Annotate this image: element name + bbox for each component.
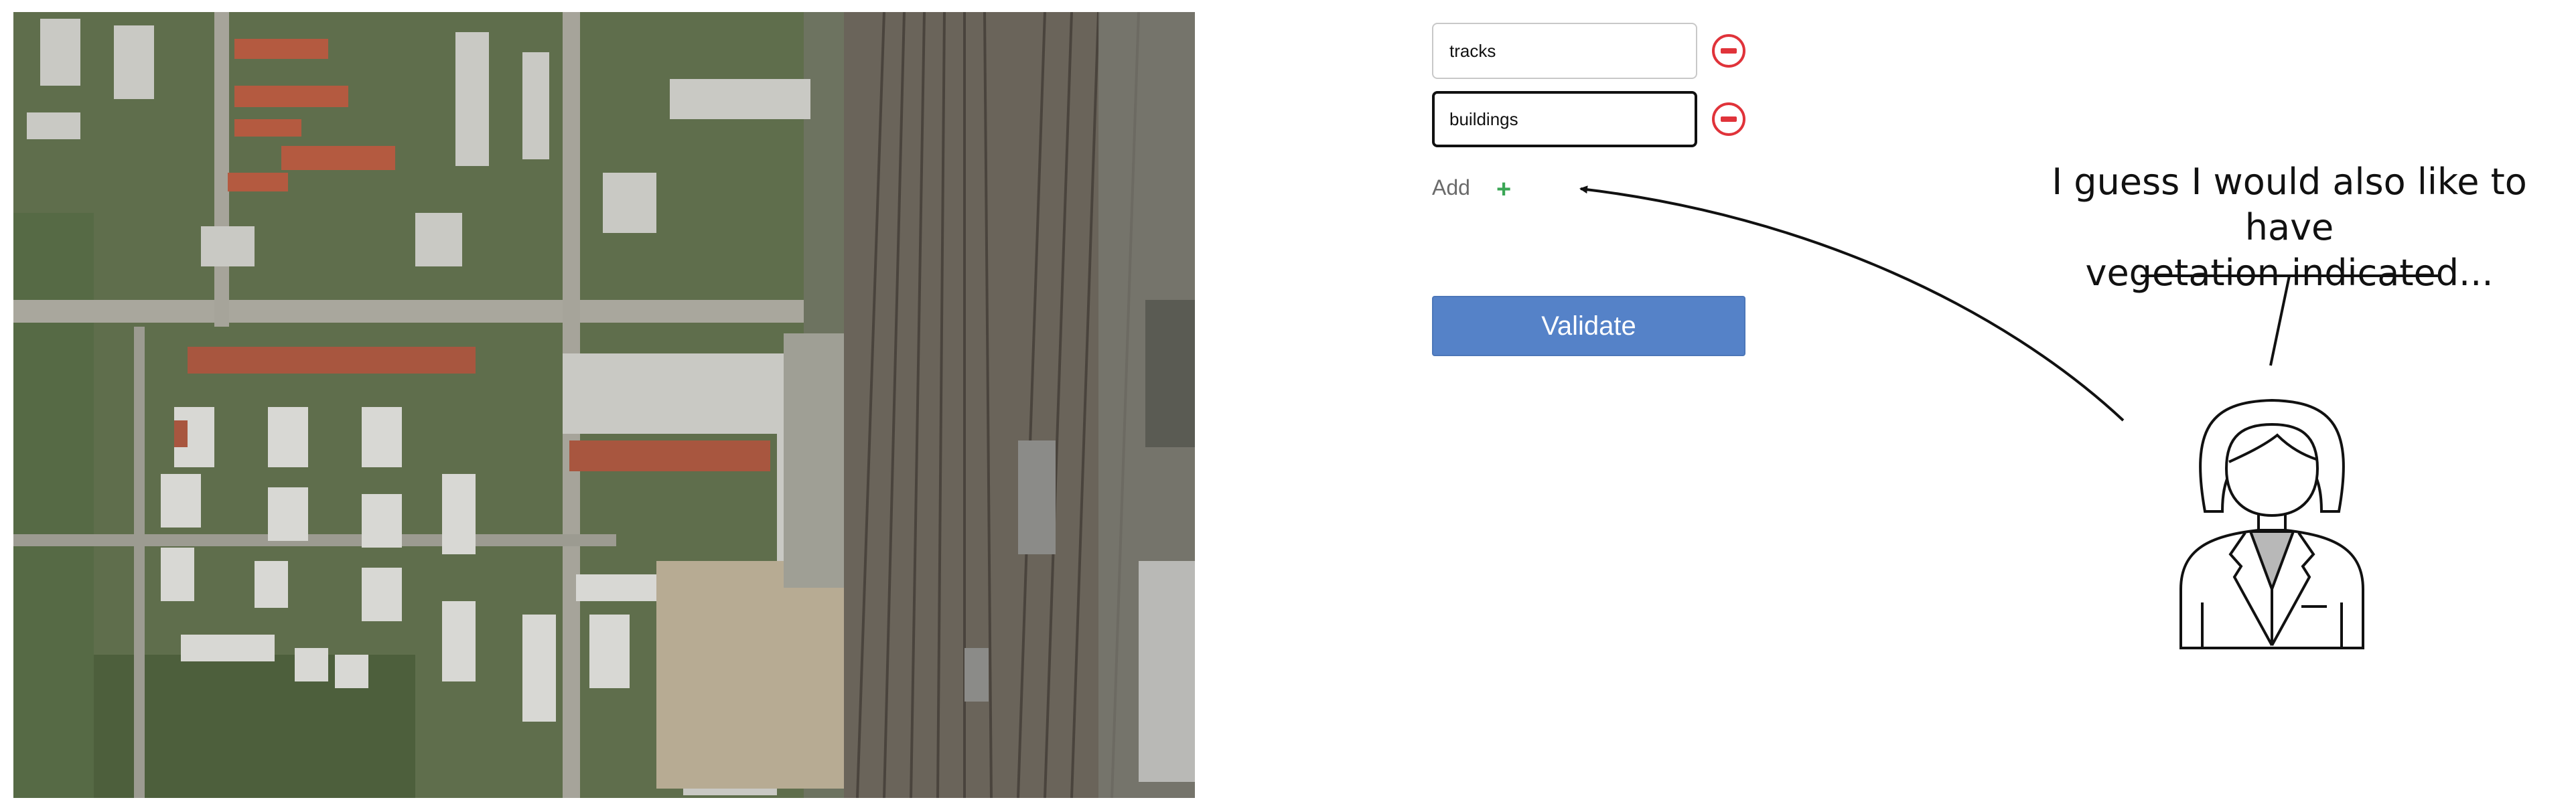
aerial-image bbox=[13, 12, 1195, 798]
minus-circle-icon[interactable] bbox=[1712, 34, 1745, 68]
speech-line-1: I guess I would also like to have bbox=[2052, 161, 2527, 248]
minus-circle-icon[interactable] bbox=[1712, 102, 1745, 136]
speech-line-2: vegetation indicated... bbox=[2085, 252, 2494, 294]
add-label-row[interactable]: Add + bbox=[1432, 173, 1539, 204]
label-row bbox=[1432, 23, 1754, 79]
label-row bbox=[1432, 91, 1754, 147]
label-input-tracks[interactable] bbox=[1432, 23, 1697, 79]
speech-text: I guess I would also like to have vegeta… bbox=[2003, 159, 2576, 296]
add-label-link[interactable]: Add bbox=[1432, 175, 1470, 200]
validate-button[interactable]: Validate bbox=[1432, 296, 1745, 356]
person-icon bbox=[2179, 398, 2364, 649]
label-input-buildings[interactable] bbox=[1432, 91, 1697, 147]
plus-icon[interactable]: + bbox=[1496, 177, 1511, 202]
aerial-photo-icon bbox=[13, 12, 1195, 798]
